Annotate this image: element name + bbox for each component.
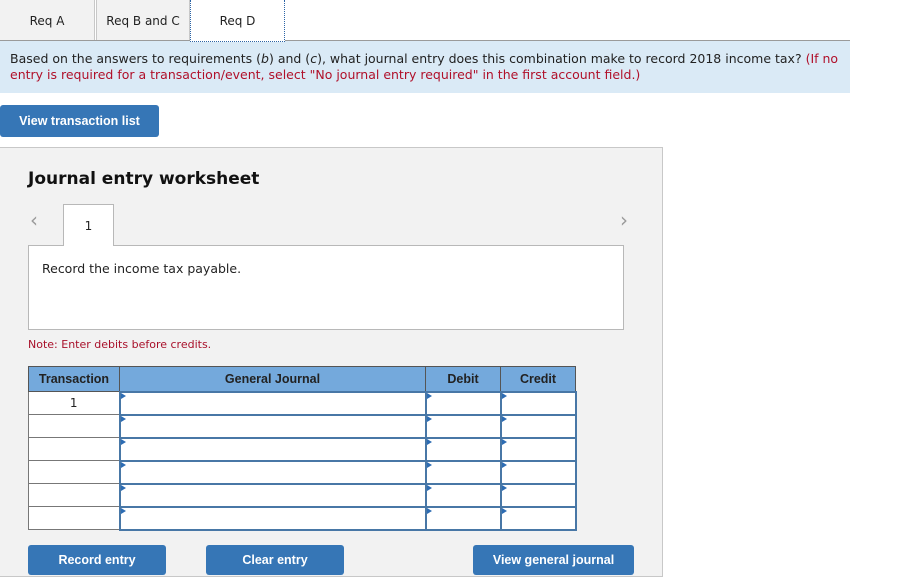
account-field[interactable]	[118, 459, 427, 485]
record-entry-button[interactable]: Record entry	[28, 545, 166, 575]
debit-field[interactable]	[424, 390, 502, 416]
entry-tab-1[interactable]: 1	[63, 204, 114, 246]
view-general-journal-button[interactable]: View general journal	[473, 545, 634, 575]
transaction-cell	[28, 437, 120, 461]
instruction-box: Based on the answers to requirements (b)…	[0, 41, 850, 93]
table-row	[28, 413, 577, 439]
table-row	[28, 459, 577, 485]
tab-req-d[interactable]: Req D	[190, 0, 285, 42]
transaction-cell	[28, 506, 120, 530]
requirement-tabs: Req A Req B and C Req D	[0, 0, 850, 42]
debit-field[interactable]	[424, 413, 502, 439]
tab-req-b-and-c[interactable]: Req B and C	[96, 0, 190, 41]
tab-req-a[interactable]: Req A	[0, 0, 95, 41]
debits-note: Note: Enter debits before credits.	[28, 338, 212, 351]
header-debit: Debit	[425, 366, 501, 392]
account-field[interactable]	[118, 436, 427, 462]
chevron-left-icon[interactable]: ‹	[30, 208, 38, 232]
credit-field[interactable]	[499, 505, 577, 531]
header-credit: Credit	[500, 366, 576, 392]
transaction-cell	[28, 460, 120, 484]
credit-field[interactable]	[499, 413, 577, 439]
debit-field[interactable]	[424, 459, 502, 485]
table-row	[28, 436, 577, 462]
header-transaction: Transaction	[28, 366, 120, 392]
account-field[interactable]	[118, 505, 427, 531]
clear-entry-button[interactable]: Clear entry	[206, 545, 344, 575]
worksheet-title: Journal entry worksheet	[28, 169, 260, 189]
table-row	[28, 505, 577, 531]
view-transaction-list-button[interactable]: View transaction list	[0, 105, 159, 137]
instruction-text: Based on the answers to requirements (b)…	[10, 51, 806, 66]
debit-field[interactable]	[424, 505, 502, 531]
entry-description: Record the income tax payable.	[28, 245, 624, 330]
transaction-cell	[28, 414, 120, 438]
credit-field[interactable]	[499, 482, 577, 508]
credit-field[interactable]	[499, 390, 577, 416]
table-row: 1	[28, 390, 577, 416]
transaction-cell	[28, 483, 120, 507]
debit-field[interactable]	[424, 436, 502, 462]
transaction-cell: 1	[28, 391, 120, 415]
debit-field[interactable]	[424, 482, 502, 508]
credit-field[interactable]	[499, 459, 577, 485]
chevron-right-icon[interactable]: ›	[620, 208, 628, 232]
table-row	[28, 482, 577, 508]
journal-entry-worksheet: Journal entry worksheet ‹ › 1 Record the…	[0, 147, 663, 577]
account-field[interactable]	[118, 413, 427, 439]
credit-field[interactable]	[499, 436, 577, 462]
account-field[interactable]	[118, 482, 427, 508]
journal-table: Transaction General Journal Debit Credit…	[28, 366, 577, 531]
header-general-journal: General Journal	[119, 366, 426, 392]
account-field[interactable]	[118, 390, 427, 416]
